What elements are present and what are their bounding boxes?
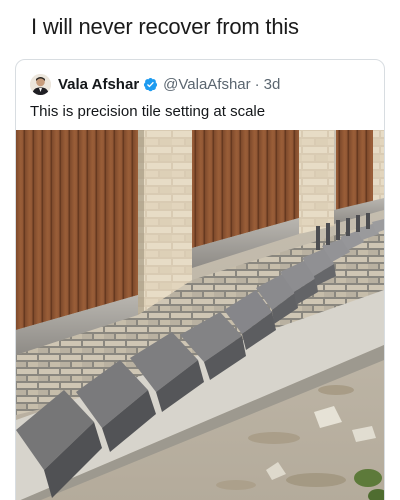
verified-badge-icon [144,77,158,91]
user-handle[interactable]: @ValaAfshar [163,76,251,93]
tweet-text: This is precision tile setting at scale [30,103,266,120]
tweet-author-row: Vala Afshar @ValaAfshar · 3d [30,72,280,96]
avatar[interactable] [30,73,51,95]
post-caption: I will never recover from this [31,14,299,39]
meta-separator: · [254,75,260,93]
embedded-tweet-card[interactable]: Vala Afshar @ValaAfshar · 3d This is pre… [15,59,385,500]
tweet-media-image[interactable] [16,130,384,500]
display-name[interactable]: Vala Afshar [58,76,139,93]
tweet-timestamp[interactable]: 3d [264,76,281,93]
screenshot: I will never recover from this Vala Afsh… [0,0,400,500]
